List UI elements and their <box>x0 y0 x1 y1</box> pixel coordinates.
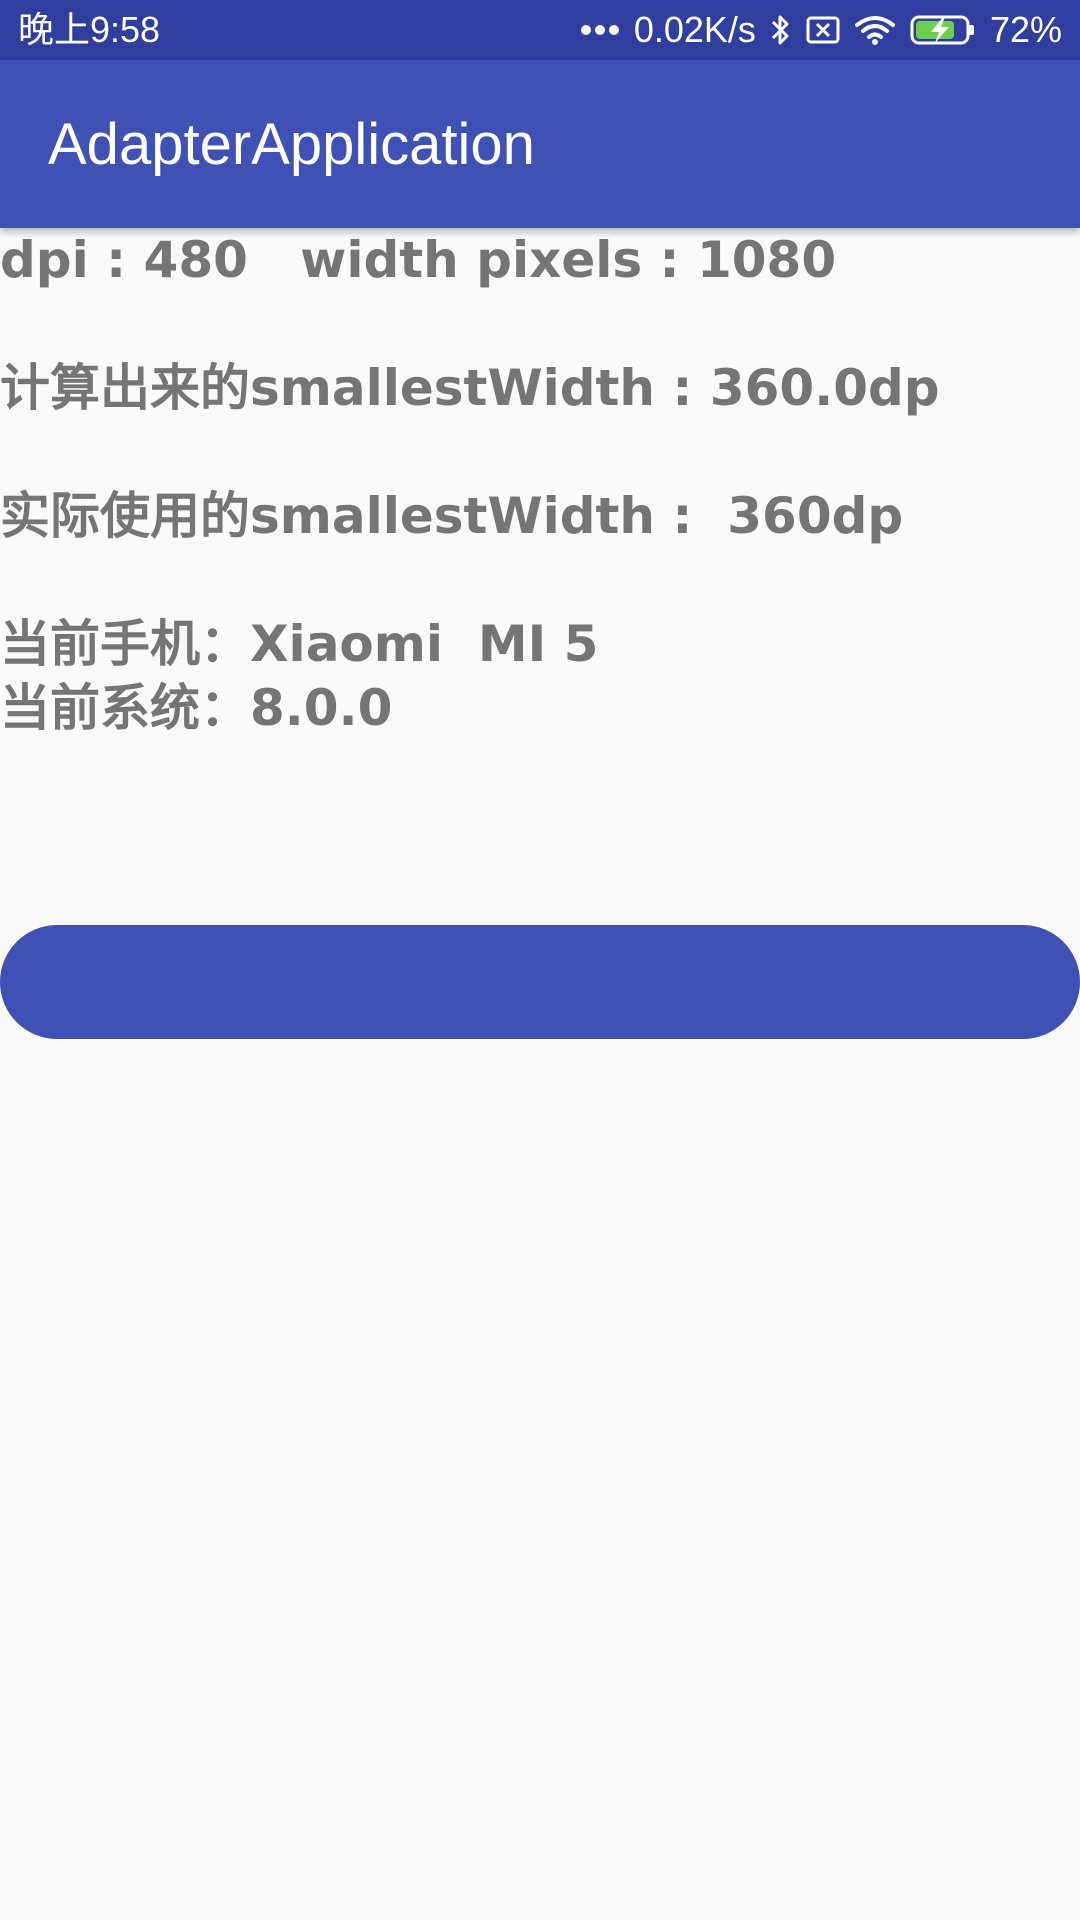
app-bar: AdapterApplication <box>0 60 1080 228</box>
no-sim-icon <box>806 16 840 44</box>
system-version: 当前系统：8.0.0 <box>0 679 393 737</box>
actual-smallest-width: 实际使用的smallestWidth : 360dp <box>0 487 904 545</box>
phone-model: 当前手机：Xiaomi MI 5 <box>0 615 599 673</box>
battery-percent: 72% <box>989 9 1062 50</box>
status-bar: 晚上9:58 0.02K/s 72% <box>0 0 1080 60</box>
dpi-info: dpi : 480 width pixels : 1080 <box>0 231 837 289</box>
net-speed: 0.02K/s <box>633 9 756 50</box>
wifi-icon <box>854 14 896 46</box>
status-time: 晚上9:58 <box>18 9 161 50</box>
more-dots-icon <box>580 24 620 36</box>
bluetooth-icon <box>770 13 792 47</box>
status-icons: 0.02K/s 72% <box>580 6 1062 54</box>
battery-charging-icon <box>910 14 976 46</box>
calculated-smallest-width: 计算出来的smallestWidth : 360.0dp <box>0 359 940 417</box>
action-button[interactable] <box>0 925 1080 1039</box>
app-title: AdapterApplication <box>48 112 535 177</box>
